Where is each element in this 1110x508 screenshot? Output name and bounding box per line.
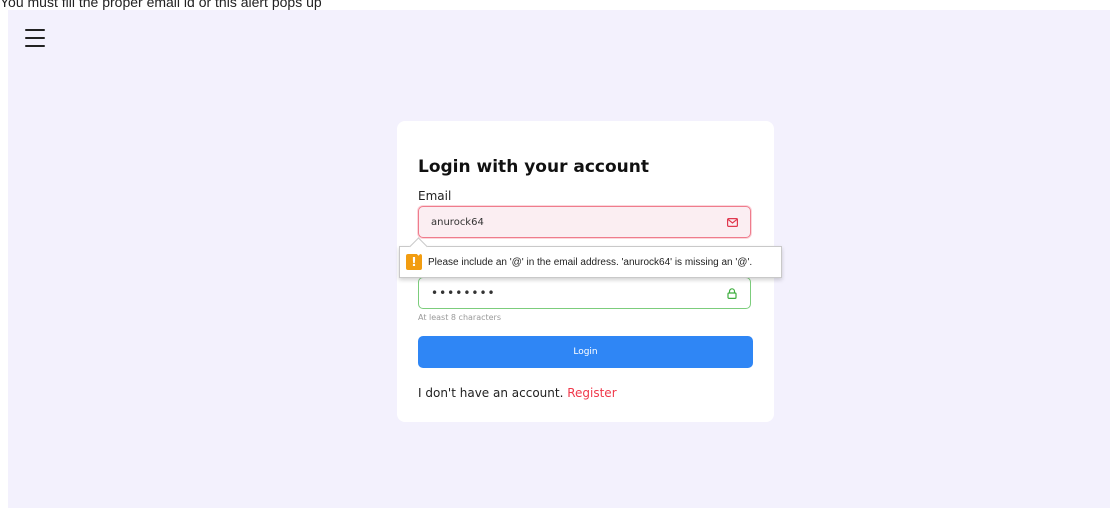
email-value: anurock64 [431,216,484,228]
page-title: Login with your account [418,157,650,177]
validation-message: Please include an '@' in the email addre… [428,256,753,268]
register-link[interactable]: Register [567,386,616,400]
login-button[interactable]: Login [418,336,753,368]
register-prompt: I don't have an account. Register [418,386,617,400]
warning-icon: ! [406,254,422,270]
password-value: •••••••• [431,286,496,300]
password-field[interactable]: •••••••• [418,277,751,309]
email-field[interactable]: anurock64 [418,206,751,238]
mail-icon [726,216,738,228]
register-prompt-text: I don't have an account. [418,386,564,400]
screenshot-caption: You must fill the proper email id or thi… [0,0,322,10]
password-hint: At least 8 characters [418,313,502,322]
lock-icon [726,287,738,299]
validation-tooltip: ! Please include an '@' in the email add… [399,246,782,278]
hamburger-menu-icon[interactable] [25,29,45,47]
email-label: Email [418,189,452,203]
